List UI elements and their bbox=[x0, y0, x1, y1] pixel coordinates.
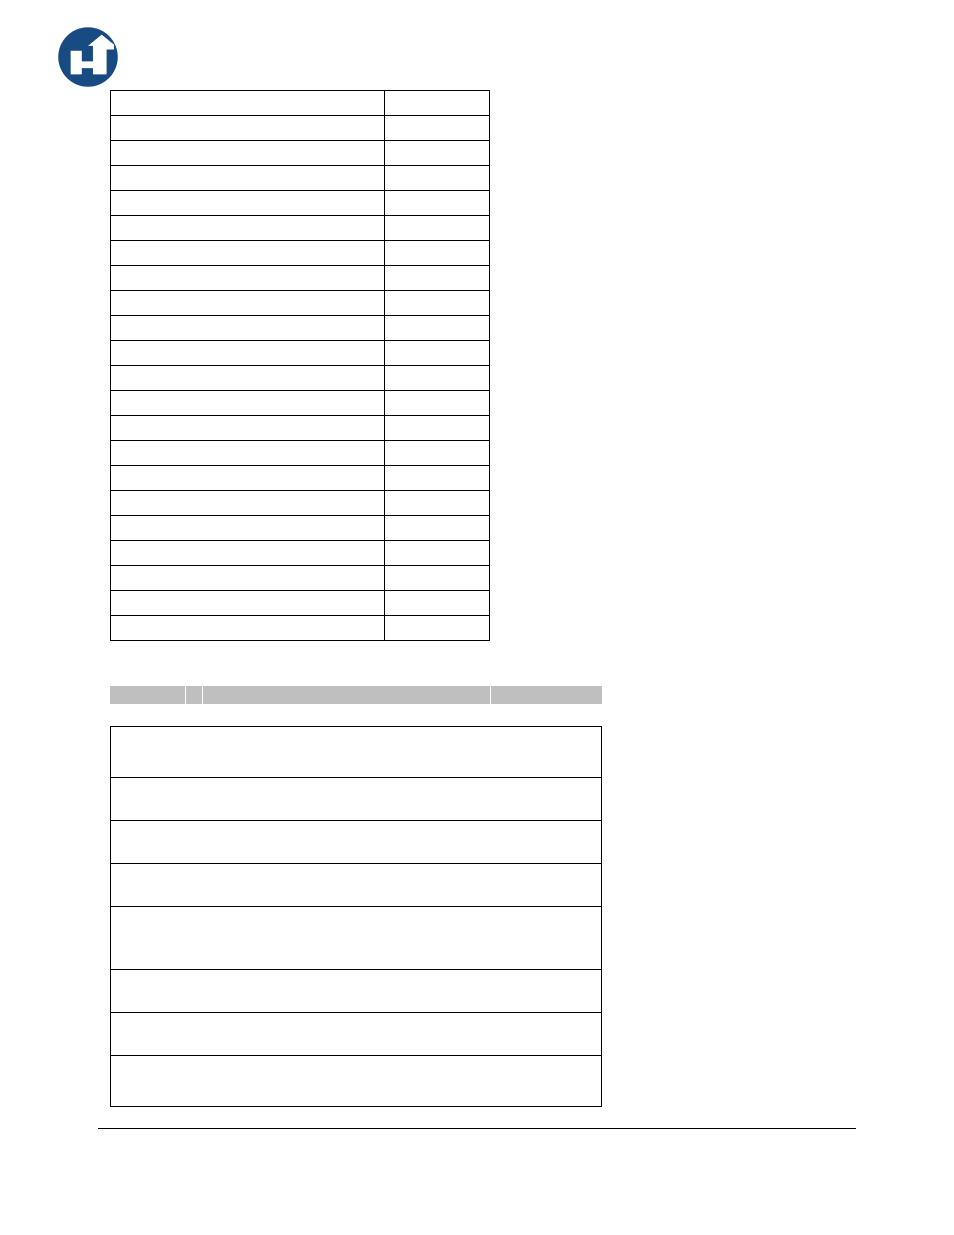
table-cell bbox=[111, 166, 385, 191]
table-cell bbox=[111, 266, 385, 291]
table-cell bbox=[384, 166, 489, 191]
table-row bbox=[111, 316, 490, 341]
table-cell bbox=[384, 316, 489, 341]
table-row bbox=[111, 864, 602, 907]
table-cell bbox=[111, 466, 385, 491]
table-cell bbox=[111, 727, 602, 778]
table-cell bbox=[384, 341, 489, 366]
table-row bbox=[111, 616, 490, 641]
table-row bbox=[111, 1056, 602, 1107]
table-cell bbox=[111, 821, 602, 864]
upper-blank-table bbox=[110, 90, 490, 641]
table-cell bbox=[111, 341, 385, 366]
table-cell bbox=[111, 116, 385, 141]
table-cell bbox=[384, 241, 489, 266]
table-row bbox=[111, 727, 602, 778]
table-row bbox=[111, 591, 490, 616]
table-row bbox=[111, 291, 490, 316]
table-cell bbox=[111, 316, 385, 341]
table-cell bbox=[111, 778, 602, 821]
table-cell bbox=[384, 366, 489, 391]
table-row bbox=[111, 341, 490, 366]
header-divider bbox=[185, 686, 186, 704]
table-cell bbox=[111, 1056, 602, 1107]
table-cell bbox=[384, 291, 489, 316]
table-cell bbox=[111, 566, 385, 591]
table-cell bbox=[111, 907, 602, 970]
table-row bbox=[111, 166, 490, 191]
table-row bbox=[111, 441, 490, 466]
table-row bbox=[111, 91, 490, 116]
table-cell bbox=[111, 1013, 602, 1056]
table-row bbox=[111, 516, 490, 541]
table-row bbox=[111, 778, 602, 821]
table-row bbox=[111, 191, 490, 216]
section-header-bar bbox=[110, 686, 602, 704]
lower-blank-table bbox=[110, 726, 602, 1107]
table-cell bbox=[384, 566, 489, 591]
table-cell bbox=[111, 191, 385, 216]
table-cell bbox=[111, 141, 385, 166]
table-cell bbox=[384, 516, 489, 541]
table-cell bbox=[384, 216, 489, 241]
table-row bbox=[111, 541, 490, 566]
table-cell bbox=[111, 241, 385, 266]
table-row bbox=[111, 466, 490, 491]
header-divider bbox=[202, 686, 203, 704]
table-cell bbox=[384, 616, 489, 641]
table-row bbox=[111, 141, 490, 166]
table-cell bbox=[384, 391, 489, 416]
table-cell bbox=[111, 616, 385, 641]
table-cell bbox=[111, 970, 602, 1013]
table-cell bbox=[384, 116, 489, 141]
table-cell bbox=[384, 591, 489, 616]
table-cell bbox=[384, 491, 489, 516]
table-cell bbox=[384, 466, 489, 491]
table-cell bbox=[384, 191, 489, 216]
table-cell bbox=[384, 441, 489, 466]
circle-h-logo-icon bbox=[57, 26, 119, 88]
table-row bbox=[111, 491, 490, 516]
table-row bbox=[111, 391, 490, 416]
table-row bbox=[111, 416, 490, 441]
table-cell bbox=[384, 541, 489, 566]
table-cell bbox=[111, 491, 385, 516]
table-row bbox=[111, 566, 490, 591]
table-cell bbox=[111, 516, 385, 541]
table-row bbox=[111, 216, 490, 241]
table-cell bbox=[384, 416, 489, 441]
table-row bbox=[111, 241, 490, 266]
table-cell bbox=[111, 591, 385, 616]
page-container bbox=[0, 0, 954, 1235]
table-cell bbox=[111, 291, 385, 316]
table-cell bbox=[111, 391, 385, 416]
table-row bbox=[111, 907, 602, 970]
table-row bbox=[111, 266, 490, 291]
table-cell bbox=[384, 266, 489, 291]
table-cell bbox=[111, 441, 385, 466]
table-cell bbox=[111, 366, 385, 391]
table-row bbox=[111, 821, 602, 864]
table-cell bbox=[111, 864, 602, 907]
table-cell bbox=[111, 91, 385, 116]
table-row bbox=[111, 366, 490, 391]
footer-rule bbox=[98, 1128, 856, 1129]
table-row bbox=[111, 116, 490, 141]
table-cell bbox=[111, 416, 385, 441]
table-cell bbox=[384, 91, 489, 116]
brand-logo bbox=[57, 26, 119, 88]
table-cell bbox=[384, 141, 489, 166]
table-cell bbox=[111, 541, 385, 566]
header-divider bbox=[490, 686, 491, 704]
page-content bbox=[110, 90, 840, 1107]
table-row bbox=[111, 970, 602, 1013]
table-row bbox=[111, 1013, 602, 1056]
table-cell bbox=[111, 216, 385, 241]
